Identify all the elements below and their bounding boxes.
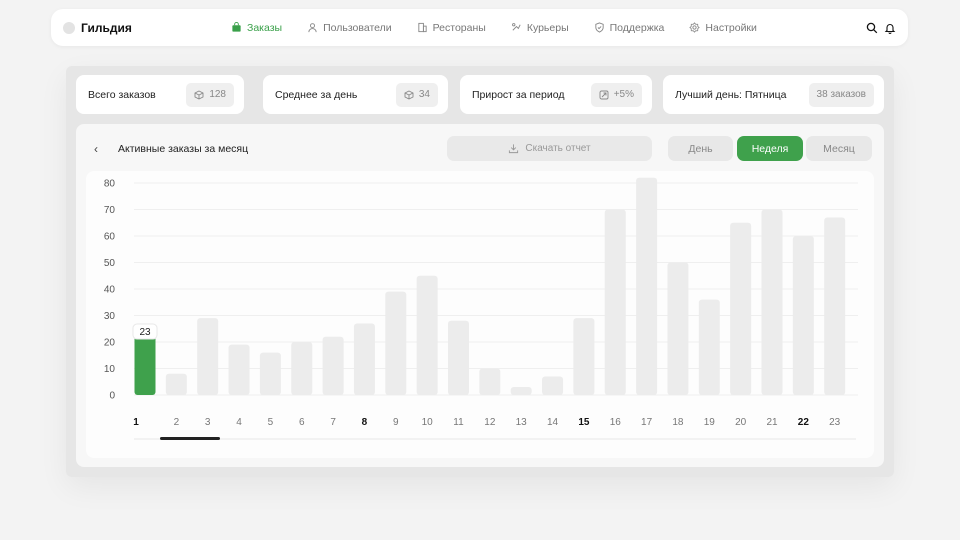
x-tick-label: 21 [766, 417, 778, 428]
x-tick-label: 7 [330, 417, 336, 428]
x-tick-label: 8 [362, 417, 368, 428]
x-tick-label: 22 [798, 417, 810, 428]
x-tick-label: 20 [735, 417, 747, 428]
bar [165, 373, 187, 395]
bar [604, 209, 626, 395]
bar [510, 387, 532, 395]
y-tick-label: 70 [104, 205, 116, 216]
bar [291, 342, 313, 395]
x-tick-label: 11 [453, 417, 464, 428]
x-tick-label: 5 [268, 417, 274, 428]
y-tick-label: 80 [104, 179, 116, 190]
y-tick-label: 40 [104, 285, 116, 296]
x-tick-label: 9 [393, 417, 399, 428]
x-tick-label: 13 [516, 417, 528, 428]
bar [730, 222, 752, 395]
bar [322, 336, 344, 395]
x-tick-label: 23 [829, 417, 841, 428]
x-tick-label: 18 [672, 417, 684, 428]
bar [761, 209, 783, 395]
x-tick-label: 6 [299, 417, 305, 428]
bar-highlighted [134, 334, 156, 395]
bar [698, 299, 720, 395]
x-tick-label: 12 [484, 417, 496, 428]
x-tick-label: 3 [205, 417, 211, 428]
bar [228, 344, 250, 395]
data-label: 23 [139, 327, 151, 338]
y-tick-label: 30 [104, 311, 116, 322]
x-tick-label: 17 [641, 417, 653, 428]
x-tick-label: 14 [547, 417, 559, 428]
bar [385, 291, 407, 395]
bar [636, 177, 658, 395]
selected-week-underline [160, 437, 220, 440]
y-tick-label: 10 [104, 364, 116, 375]
bar [824, 217, 846, 395]
bar [197, 318, 219, 395]
y-tick-label: 60 [104, 232, 116, 243]
x-tick-label: 19 [704, 417, 716, 428]
y-tick-label: 50 [104, 258, 116, 269]
bar [353, 323, 375, 395]
x-tick-label: 16 [610, 417, 622, 428]
bar [448, 320, 469, 395]
bar [479, 368, 501, 395]
bar [542, 376, 564, 395]
bar [416, 275, 438, 395]
x-tick-label: 15 [578, 417, 590, 428]
bar [259, 352, 281, 395]
bar [667, 262, 689, 395]
x-tick-label: 4 [236, 417, 242, 428]
bar [792, 236, 814, 395]
y-tick-label: 0 [109, 391, 115, 402]
orders-bar-chart: 010203040506070801232 3 4 5 6 7 8 9 10 11 12 13 14 15… [104, 177, 858, 440]
x-tick-label: 10 [422, 417, 434, 428]
y-tick-label: 20 [104, 338, 116, 349]
x-tick-label: 2 [174, 417, 180, 428]
x-tick-label: 1 [133, 417, 139, 428]
bar [573, 318, 595, 395]
